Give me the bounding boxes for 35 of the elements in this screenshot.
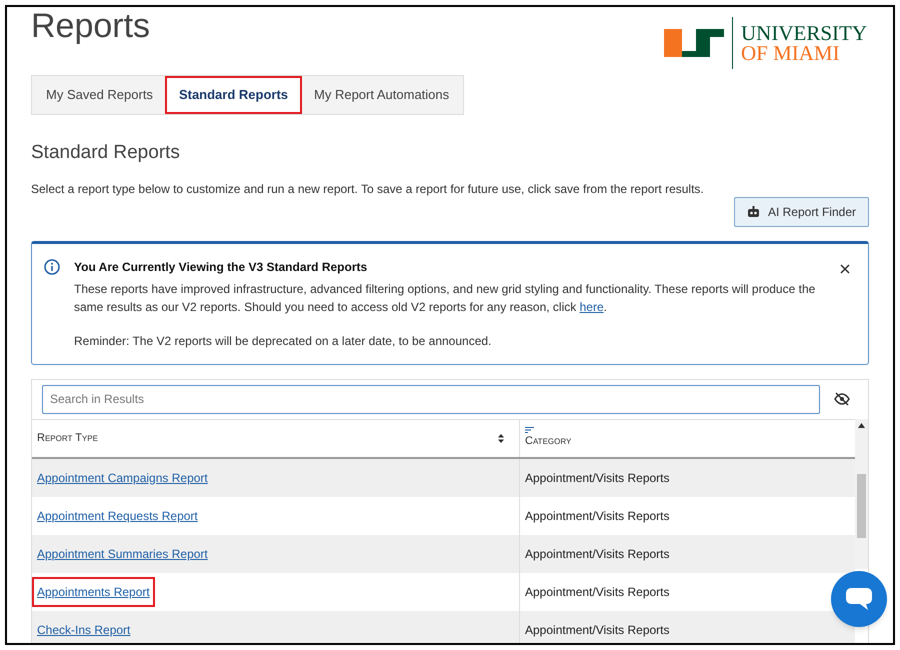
eye-off-icon[interactable] (834, 392, 850, 406)
tab[interactable]: My Report Automations (301, 77, 462, 113)
alert-body: These reports have improved infrastructure, advanced filtering options, and new grid styling and functionality. These reports will produce the same results as our V2 reports. Should you need to access old V2 reports for any reason, click here. (74, 280, 816, 316)
sort-icon (498, 434, 504, 442)
table-cell-text: Appointment/Visits Reports (524, 508, 671, 524)
scrollbar-thumb[interactable] (857, 474, 866, 538)
column-header[interactable]: Category (520, 420, 855, 456)
search-field[interactable]: Search in Results (42, 384, 820, 414)
table-cell-text: Appointment/Visits Reports (524, 584, 671, 600)
section-title: Standard Reports (31, 141, 181, 165)
table-cell-text: Appointment/Visits Reports (524, 546, 671, 562)
tab[interactable]: Standard Reports (166, 77, 302, 113)
scrollbar[interactable] (855, 418, 868, 568)
info-icon (44, 258, 60, 274)
close-icon[interactable] (840, 264, 850, 274)
university-logo: UNIVERSITY OF MIAMI (664, 17, 867, 69)
scroll-up-icon (858, 422, 865, 428)
tab[interactable]: My Saved Reports (33, 77, 166, 113)
column-header[interactable]: Report Type (32, 420, 520, 456)
report-link[interactable]: Appointment Summaries Report (32, 538, 213, 568)
table-cell-text: Appointment/Visits Reports (524, 622, 671, 638)
page-title: Reports (31, 9, 150, 43)
alert-reminder: Reminder: The V2 reports will be deprecated on a later date, to be announced. (74, 332, 492, 350)
report-link[interactable]: Appointments Report (32, 576, 155, 606)
filter-icon (525, 426, 534, 433)
ai-report-finder-button[interactable]: AI Report Finder (734, 196, 869, 226)
report-link[interactable]: Appointment Campaigns Report (32, 462, 213, 492)
here-link[interactable]: here (580, 300, 604, 314)
chat-bubble-icon (846, 588, 872, 610)
table-cell-text: Appointment/Visits Reports (524, 470, 671, 486)
robot-icon (746, 206, 760, 218)
alert-title: You Are Currently Viewing the V3 Standard Reports (74, 258, 368, 276)
description-text: Select a report type below to customize and run a new report. To save a report for future use, click save from the report results. (31, 180, 705, 198)
report-link[interactable]: Appointment Requests Report (32, 500, 203, 530)
report-link[interactable]: Check-Ins Report (32, 614, 136, 643)
